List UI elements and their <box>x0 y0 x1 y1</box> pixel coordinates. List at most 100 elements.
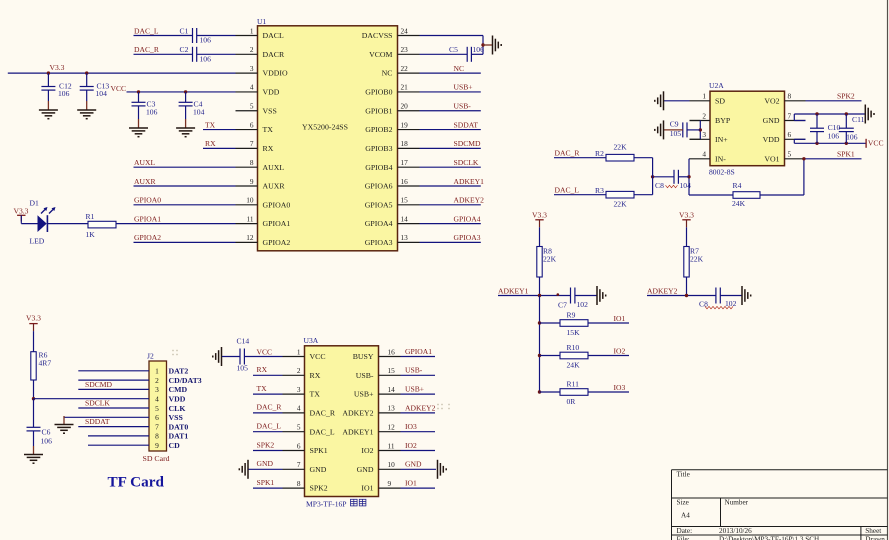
svg-text:GPIOA0: GPIOA0 <box>263 200 291 209</box>
svg-text:18: 18 <box>401 139 409 148</box>
svg-text:8: 8 <box>297 479 301 488</box>
svg-text:GPIOA4: GPIOA4 <box>365 219 393 228</box>
svg-text:TF Card: TF Card <box>108 474 165 491</box>
svg-text:2: 2 <box>155 376 159 385</box>
svg-text:2013/10/26: 2013/10/26 <box>719 527 752 535</box>
svg-text:TX: TX <box>263 125 274 134</box>
svg-text:106: 106 <box>200 36 212 45</box>
svg-text:7: 7 <box>297 460 301 469</box>
svg-text:VCC: VCC <box>257 347 273 356</box>
svg-text:15: 15 <box>388 366 396 375</box>
svg-text:ADKEY2: ADKEY2 <box>342 409 373 418</box>
svg-text:6: 6 <box>788 130 792 139</box>
svg-text:5: 5 <box>788 150 792 159</box>
svg-text:C9: C9 <box>670 120 679 129</box>
svg-text:6: 6 <box>155 413 159 422</box>
svg-text:106: 106 <box>828 132 840 141</box>
svg-text:AUXL: AUXL <box>263 163 285 172</box>
svg-text:D:\Desktop\MP3-TF-16P\1.3.SCH: D:\Desktop\MP3-TF-16P\1.3.SCH <box>719 536 819 540</box>
svg-text:1K: 1K <box>86 230 96 239</box>
svg-text:7: 7 <box>250 139 254 148</box>
svg-text:22K: 22K <box>543 255 557 264</box>
svg-text:CMD: CMD <box>169 385 188 394</box>
svg-text:MP3-TF-16P: MP3-TF-16P <box>306 500 347 509</box>
svg-text:C8: C8 <box>699 300 708 309</box>
svg-text:SPK2: SPK2 <box>837 92 855 101</box>
svg-text:8: 8 <box>250 158 254 167</box>
svg-text:C14: C14 <box>237 337 250 346</box>
svg-text:22K: 22K <box>690 255 704 264</box>
svg-text:VDD: VDD <box>263 88 280 97</box>
svg-text:105: 105 <box>237 364 249 373</box>
svg-text:V3.3: V3.3 <box>50 63 65 72</box>
svg-text:ADKEY1: ADKEY1 <box>498 286 529 295</box>
svg-text:IO2: IO2 <box>614 346 626 355</box>
svg-text:19: 19 <box>401 120 409 129</box>
svg-text:GPIOB3: GPIOB3 <box>365 144 392 153</box>
svg-text:CD: CD <box>169 441 181 450</box>
svg-text:6: 6 <box>297 441 301 450</box>
svg-text:DAT2: DAT2 <box>169 367 189 376</box>
svg-text:VCC: VCC <box>868 138 884 147</box>
svg-text:GPIOA1: GPIOA1 <box>134 214 161 223</box>
svg-text:ADKEY2: ADKEY2 <box>454 196 485 205</box>
svg-text:12: 12 <box>388 423 396 432</box>
svg-text:8002-8S: 8002-8S <box>709 168 735 177</box>
svg-text:106: 106 <box>146 108 158 117</box>
svg-text:RX: RX <box>310 371 321 380</box>
svg-text:CD/DAT3: CD/DAT3 <box>169 376 202 385</box>
svg-text:7: 7 <box>788 111 792 120</box>
svg-text:8: 8 <box>788 92 792 101</box>
svg-text:IO2: IO2 <box>405 441 417 450</box>
svg-text:V3.3: V3.3 <box>679 211 694 220</box>
svg-text:BUSY: BUSY <box>353 352 374 361</box>
svg-text:VSS: VSS <box>263 106 277 115</box>
svg-text:SDCLK: SDCLK <box>454 158 479 167</box>
svg-text:21: 21 <box>401 83 409 92</box>
svg-text:3: 3 <box>702 130 706 139</box>
svg-text:11: 11 <box>388 441 395 450</box>
svg-text:10: 10 <box>246 196 254 205</box>
svg-text:GPIOA1: GPIOA1 <box>263 219 291 228</box>
svg-text:6: 6 <box>250 120 254 129</box>
svg-text:105: 105 <box>670 129 682 138</box>
svg-text:DAC_R: DAC_R <box>134 45 160 54</box>
svg-text:DAT1: DAT1 <box>169 432 189 441</box>
svg-text:15: 15 <box>401 196 409 205</box>
svg-text:NC: NC <box>454 64 465 73</box>
svg-text:22K: 22K <box>614 200 628 209</box>
svg-text:SPK1: SPK1 <box>310 446 328 455</box>
svg-text:104: 104 <box>193 108 205 117</box>
svg-text:17: 17 <box>401 158 409 167</box>
svg-text:24K: 24K <box>567 361 581 370</box>
svg-text:GPIOA5: GPIOA5 <box>365 200 393 209</box>
svg-text:GPIOB2: GPIOB2 <box>365 125 392 134</box>
svg-text:GPIOA1: GPIOA1 <box>405 347 432 356</box>
svg-text:106: 106 <box>58 89 70 98</box>
svg-text:104: 104 <box>96 89 108 98</box>
svg-text:VCOM: VCOM <box>369 50 392 59</box>
svg-text:IO3: IO3 <box>405 422 417 431</box>
svg-text:3: 3 <box>155 385 159 394</box>
svg-text:16: 16 <box>401 177 409 186</box>
svg-text:File:: File: <box>677 536 690 540</box>
svg-text:DAC_L: DAC_L <box>257 422 282 431</box>
svg-text:RX: RX <box>257 365 268 374</box>
svg-text:SDCLK: SDCLK <box>85 399 110 408</box>
svg-text:LED: LED <box>30 237 45 246</box>
svg-text:GND: GND <box>310 465 327 474</box>
svg-text:9: 9 <box>388 479 392 488</box>
svg-text:R10: R10 <box>567 343 580 352</box>
svg-text:GPIOA2: GPIOA2 <box>134 233 161 242</box>
svg-text:C11: C11 <box>852 115 865 124</box>
svg-text:R1: R1 <box>86 212 95 221</box>
svg-text:C8: C8 <box>655 181 664 190</box>
svg-text:R2: R2 <box>595 149 604 158</box>
svg-text:11: 11 <box>246 214 253 223</box>
svg-text:2: 2 <box>297 366 301 375</box>
svg-text:GPIOA3: GPIOA3 <box>454 233 481 242</box>
svg-text:R9: R9 <box>567 311 576 320</box>
svg-text:VCC: VCC <box>111 84 127 93</box>
svg-text:VCC: VCC <box>310 352 326 361</box>
svg-text:VDD: VDD <box>169 395 186 404</box>
